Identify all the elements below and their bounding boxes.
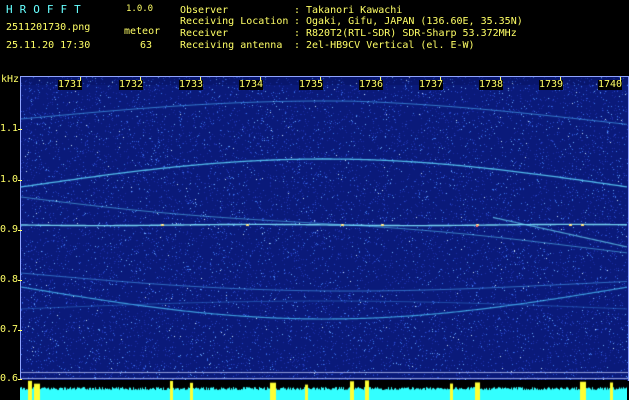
time-label-1738: 1738 (479, 79, 504, 90)
time-tick (500, 77, 501, 81)
info-value-antenna: 2el-HB9CV Vertical (el. E-W) (306, 40, 475, 51)
time-tick (200, 77, 201, 81)
time-label-1737: 1737 (419, 79, 444, 90)
info-sep-observer: : (294, 5, 301, 16)
time-label-1734: 1734 (239, 79, 264, 90)
datetime: 25.11.20 17:30 (6, 40, 91, 51)
y-tick-label: 0.7 (0, 324, 19, 335)
info-key-antenna: Receiving antenna (180, 40, 283, 51)
time-label-1736: 1736 (359, 79, 384, 90)
waterfall-spectrogram (20, 76, 629, 381)
y-tick-mark (18, 180, 22, 181)
time-tick (380, 77, 381, 81)
y-axis-unit: kHz (1, 74, 20, 85)
time-label-1740: 1740 (598, 79, 623, 90)
time-tick (80, 77, 81, 81)
time-label-1733: 1733 (179, 79, 204, 90)
app-logo: HROFFT (6, 3, 88, 16)
y-tick-mark (18, 280, 22, 281)
file-name: 2511201730.png (6, 22, 91, 33)
y-tick-label: 1.0 (0, 174, 19, 185)
info-key-receiver: Receiver (180, 28, 229, 39)
waterfall-canvas (21, 77, 628, 381)
info-sep-antenna: : (294, 40, 301, 51)
info-sep-location: : (294, 16, 301, 27)
y-tick-label: 0.8 (0, 274, 19, 285)
time-tick (440, 77, 441, 81)
time-label-1735: 1735 (299, 79, 324, 90)
hrofft-screen: HROFFT 1.0.0 2511201730.png meteor 25.11… (0, 0, 629, 400)
time-tick (140, 77, 141, 81)
info-value-receiver: R820T2(RTL-SDR) SDR-Sharp 53.372MHz (306, 28, 517, 39)
time-tick (620, 77, 621, 81)
info-value-location: Ogaki, Gifu, JAPAN (136.60E, 35.35N) (306, 16, 523, 27)
time-label-1732: 1732 (119, 79, 144, 90)
y-tick-label: 1.1 (0, 123, 19, 134)
y-tick-label: 0.9 (0, 224, 19, 235)
y-tick-mark (18, 379, 22, 380)
info-value-observer: Takanori Kawachi (306, 5, 403, 16)
y-tick-label: 0.6 (0, 373, 19, 384)
y-tick-mark (18, 330, 22, 331)
time-tick (560, 77, 561, 81)
time-tick (320, 77, 321, 81)
time-label-1731: 1731 (58, 79, 83, 90)
app-version: 1.0.0 (126, 4, 154, 14)
time-tick (260, 77, 261, 81)
meteor-level-band (20, 380, 627, 400)
meteor-count: 63 (140, 40, 153, 51)
info-sep-receiver: : (294, 28, 301, 39)
y-tick-mark (18, 129, 22, 130)
info-key-location: Receiving Location (180, 16, 289, 27)
meteor-label: meteor (124, 26, 161, 37)
meteor-level-canvas (20, 380, 627, 400)
y-tick-mark (18, 230, 22, 231)
time-label-1739: 1739 (539, 79, 564, 90)
info-key-observer: Observer (180, 5, 229, 16)
